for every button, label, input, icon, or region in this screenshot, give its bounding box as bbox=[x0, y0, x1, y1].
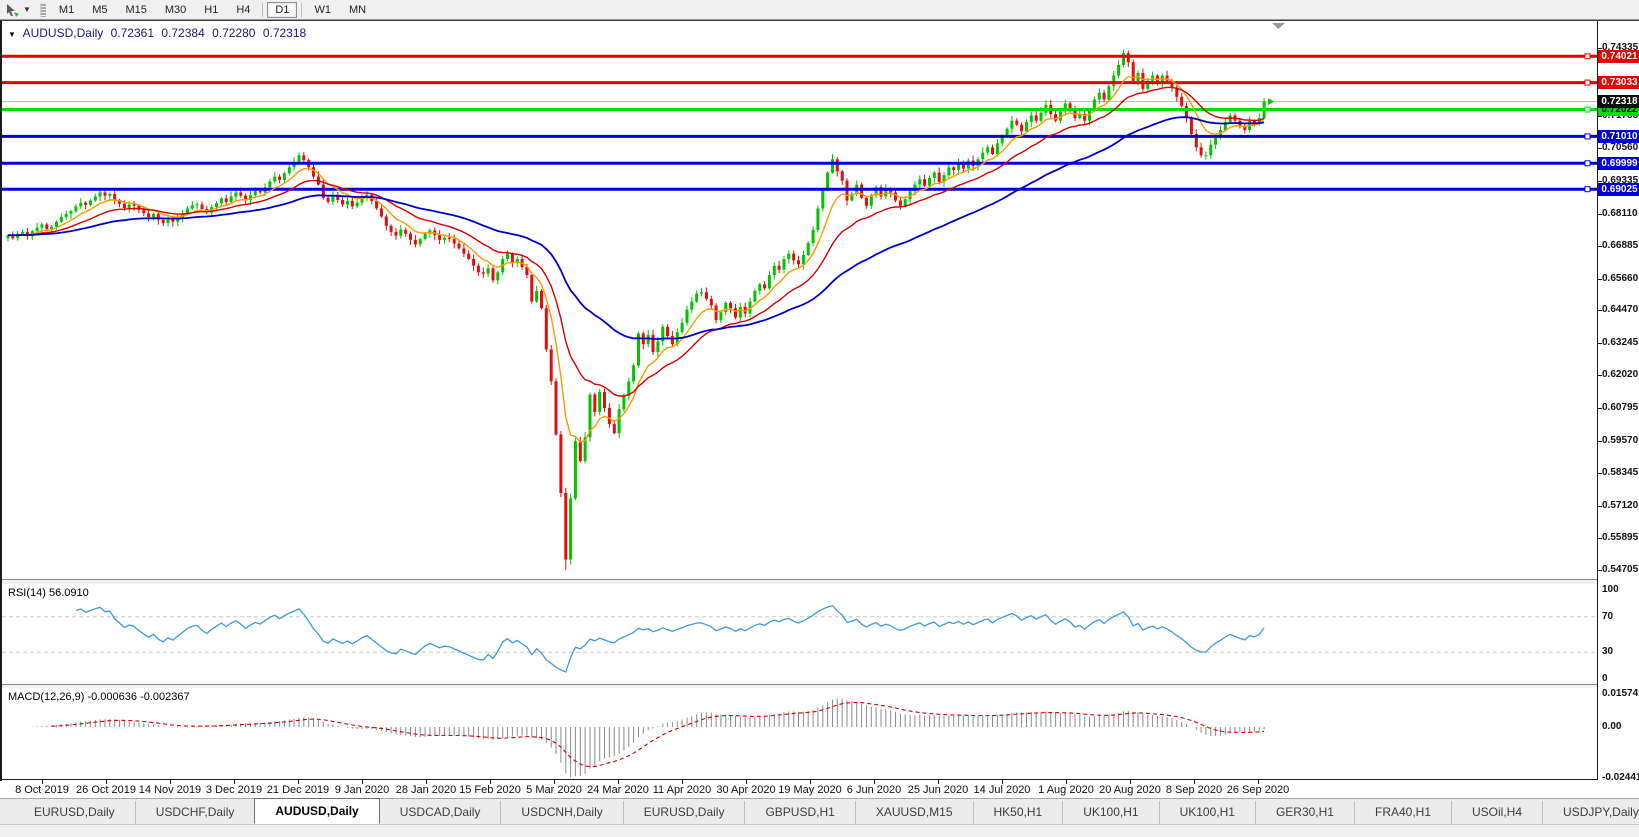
price-tick-label: 0.63245 bbox=[1602, 336, 1639, 348]
chart-tab-usdcad-daily[interactable]: USDCAD,Daily bbox=[380, 801, 501, 824]
price-tick bbox=[1597, 148, 1602, 149]
cursor-icon bbox=[7, 3, 19, 17]
timeframe-toolbar: ▼ M1 M5 M15 M30 H1 H4 D1 W1 MN bbox=[0, 0, 1639, 20]
rsi-tick-label: 100 bbox=[1602, 584, 1619, 595]
rsi-tick-label: 0 bbox=[1602, 673, 1608, 684]
toolbar-separator bbox=[262, 2, 264, 17]
ohlc-close: 0.72318 bbox=[262, 26, 307, 40]
current-price-badge: 0.72318 bbox=[1598, 95, 1639, 109]
price-tick bbox=[1597, 570, 1602, 571]
chart-tab-hk50-h1[interactable]: HK50,H1 bbox=[972, 801, 1063, 824]
timeframe-button-mn[interactable]: MN bbox=[341, 2, 374, 18]
ohlc-open: 0.72361 bbox=[110, 26, 155, 40]
price-tick-label: 0.54705 bbox=[1602, 564, 1639, 575]
price-tick bbox=[1597, 116, 1602, 117]
cursor-tool-button[interactable]: ▼ bbox=[2, 1, 34, 18]
price-tick bbox=[1597, 214, 1602, 215]
chart-title: ▼ AUDUSD,Daily 0.72361 0.72384 0.72280 0… bbox=[8, 26, 310, 40]
rsi-label: RSI(14) 56.0910 bbox=[8, 587, 89, 599]
price-level-badge: 0.74021 bbox=[1598, 49, 1639, 63]
chart-tabs-bar: EURUSD,Daily USDCHF,Daily AUDUSD,Daily USDC… bbox=[0, 798, 1639, 824]
timeframe-button-m15[interactable]: M15 bbox=[117, 2, 154, 18]
chart-tab-eurusd-daily[interactable]: EURUSD,Daily bbox=[14, 801, 135, 824]
chart-tab-fra40-h1[interactable]: FRA40,H1 bbox=[1353, 801, 1451, 824]
price-tick-label: 0.64470 bbox=[1602, 304, 1639, 316]
chart-tab-xauusd-m15[interactable]: XAUUSD,M15 bbox=[854, 801, 973, 824]
price-tick-label: 0.60795 bbox=[1602, 402, 1639, 414]
price-tick-label: 0.59570 bbox=[1602, 434, 1639, 446]
chart-tab-usdjpy-daily[interactable]: USDJPY,Daily bbox=[1542, 801, 1639, 824]
rsi-tick-label: 70 bbox=[1602, 610, 1614, 622]
timeframe-button-h4[interactable]: H4 bbox=[228, 2, 258, 18]
timeframe-button-h1[interactable]: H1 bbox=[196, 2, 226, 18]
main-chart-canvas[interactable] bbox=[2, 23, 1598, 579]
chart-tab-usdcnh-daily[interactable]: USDCNH,Daily bbox=[500, 801, 622, 824]
price-level-badge: 0.73033 bbox=[1598, 76, 1639, 90]
ohlc-high: 0.72384 bbox=[161, 26, 205, 40]
chart-tab-uk100-h1[interactable]: UK100,H1 bbox=[1062, 801, 1158, 824]
price-tick bbox=[1597, 408, 1602, 409]
toolbar-separator bbox=[301, 2, 303, 17]
ohlc-low: 0.72280 bbox=[212, 26, 256, 40]
timeframe-button-m1[interactable]: M1 bbox=[51, 2, 82, 18]
price-tick bbox=[1597, 538, 1602, 539]
price-tick bbox=[1597, 310, 1602, 311]
chart-symbol-label: AUDUSD,Daily bbox=[22, 26, 104, 40]
price-tick bbox=[1597, 506, 1602, 507]
chart-tab-usdchf-daily[interactable]: USDCHF,Daily bbox=[134, 801, 255, 824]
timeframe-button-w1[interactable]: W1 bbox=[306, 2, 339, 18]
chart-tab-audusd-daily[interactable]: AUDUSD,Daily bbox=[254, 798, 380, 824]
macd-label: MACD(12,26,9) -0.000636 -0.002367 bbox=[8, 691, 190, 703]
price-tick-label: 0.62020 bbox=[1602, 369, 1639, 381]
chart-window: ▼ AUDUSD,Daily 0.72361 0.72384 0.72280 0… bbox=[0, 20, 1639, 796]
price-tick bbox=[1597, 246, 1602, 247]
macd-tick-label: -0.024412 bbox=[1602, 772, 1639, 784]
time-axis[interactable]: 8 Oct 2019 26 Oct 2019 14 Nov 2019 3 Dec 20… bbox=[2, 780, 1598, 799]
rsi-tick-label: 30 bbox=[1602, 646, 1614, 658]
price-tick bbox=[1597, 343, 1602, 344]
timeframe-button-m30[interactable]: M30 bbox=[157, 2, 194, 18]
chart-tab-eurusd-daily[interactable]: EURUSD,Daily bbox=[622, 801, 745, 824]
status-strip bbox=[0, 824, 1639, 837]
chevron-down-icon: ▼ bbox=[23, 5, 31, 14]
timeframe-button-m5[interactable]: M5 bbox=[84, 2, 115, 18]
price-tick-label: 0.70560 bbox=[1602, 142, 1639, 154]
chart-tab-uk100-h1[interactable]: UK100,H1 bbox=[1158, 801, 1255, 824]
macd-tick-label: 0.015741 bbox=[1602, 688, 1639, 700]
price-level-badge: 0.71010 bbox=[1598, 129, 1639, 143]
price-tick-label: 0.58345 bbox=[1602, 467, 1639, 479]
price-tick-label: 0.57120 bbox=[1602, 499, 1639, 511]
chart-tab-gbpusd-h1[interactable]: GBPUSD,H1 bbox=[744, 801, 854, 824]
price-tick bbox=[1597, 279, 1602, 280]
toolbar-grip-icon bbox=[39, 2, 46, 17]
rsi-chart-canvas[interactable] bbox=[2, 584, 1598, 684]
price-tick bbox=[1597, 441, 1602, 442]
price-level-badge: 0.69025 bbox=[1598, 182, 1639, 196]
collapse-triangle-icon[interactable]: ▼ bbox=[8, 30, 16, 39]
price-tick-label: 0.66885 bbox=[1602, 240, 1639, 252]
price-tick-label: 0.65660 bbox=[1602, 272, 1639, 284]
timeframe-button-d1[interactable]: D1 bbox=[267, 1, 298, 18]
price-tick bbox=[1597, 48, 1602, 49]
date-label: 26 Sep 2020 bbox=[1226, 784, 1290, 796]
macd-tick-label: 0.00 bbox=[1602, 721, 1622, 732]
price-tick bbox=[1597, 375, 1602, 376]
price-tick-label: 0.68110 bbox=[1602, 207, 1638, 219]
price-tick bbox=[1597, 473, 1602, 474]
chart-tab-ger30-h1[interactable]: GER30,H1 bbox=[1254, 801, 1354, 824]
macd-chart-canvas[interactable] bbox=[2, 688, 1598, 780]
price-tick-label: 0.55895 bbox=[1602, 532, 1639, 544]
price-level-badge: 0.69999 bbox=[1598, 156, 1639, 170]
mt4-terminal: ▼ M1 M5 M15 M30 H1 H4 D1 W1 MN ▼ AUDUSD,Daily 0.… bbox=[0, 0, 1639, 837]
chart-tab-usoil-h4[interactable]: USOil,H4 bbox=[1451, 801, 1542, 824]
